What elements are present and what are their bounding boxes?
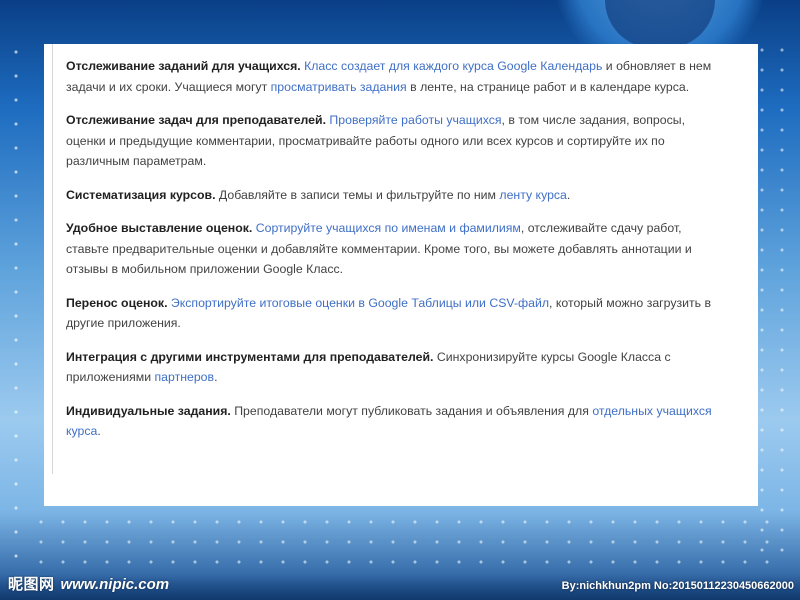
paragraph-heading: Интеграция с другими инструментами для п… xyxy=(66,349,434,364)
watermark-left: 昵图网 www.nipic.com xyxy=(8,573,169,594)
watermark-logo: 昵图网 xyxy=(8,576,55,593)
paragraph-heading: Удобное выставление оценок. xyxy=(66,221,253,235)
inline-link[interactable]: Экспортируйте итоговые оценки в Google Т… xyxy=(171,296,549,310)
paragraph-heading: Отслеживание заданий для учащихся. xyxy=(66,59,301,73)
paragraph-heading: Перенос оценок. xyxy=(66,295,168,310)
paragraph-integration: Интеграция с другими инструментами для п… xyxy=(66,347,716,388)
inline-link[interactable]: Сортируйте учащихся по именам и фамилиям xyxy=(256,221,521,235)
paragraph-teacher-tracking: Отслеживание задач для преподавателей. П… xyxy=(66,110,716,172)
inline-link[interactable]: просматривать задания xyxy=(271,80,407,94)
paragraph-course-organization: Систематизация курсов. Добавляйте в запи… xyxy=(66,185,716,206)
inline-link[interactable]: Класс создает для каждого курса Google К… xyxy=(304,59,602,73)
paragraph-text: Добавляйте в записи темы и фильтруйте по… xyxy=(215,187,500,202)
watermark-url: www.nipic.com xyxy=(60,576,170,593)
watermark-credit: By:nichkhun2pm No:20150112230450662000 xyxy=(561,580,794,592)
inline-link[interactable]: Проверяйте работы учащихся xyxy=(329,113,501,127)
inline-link[interactable]: ленту курса xyxy=(499,188,567,202)
paragraph-heading: Отслеживание задач для преподавателей. xyxy=(66,113,326,127)
paragraph-text: . xyxy=(97,424,101,438)
paragraph-heading: Систематизация курсов. xyxy=(66,187,216,202)
paragraph-assignment-tracking: Отслеживание заданий для учащихся. Класс… xyxy=(66,56,716,97)
dot-pattern-right xyxy=(752,40,792,560)
inline-link[interactable]: партнеров xyxy=(155,370,215,384)
paragraph-grade-export: Перенос оценок. Экспортируйте итоговые о… xyxy=(66,293,716,334)
document-card: Отслеживание заданий для учащихся. Класс… xyxy=(44,44,758,506)
paragraph-individual-assignments: Индивидуальные задания. Преподаватели мо… xyxy=(66,401,716,442)
paragraph-text: . xyxy=(566,187,571,202)
paragraph-text: . xyxy=(214,370,218,384)
paragraph-text: в ленте, на странице работ и в календаре… xyxy=(406,79,690,94)
paragraph-heading: Индивидуальные задания. xyxy=(66,403,231,418)
dot-pattern-bottom xyxy=(30,512,770,572)
dot-pattern-left xyxy=(4,40,28,560)
paragraph-grading: Удобное выставление оценок. Сортируйте у… xyxy=(66,218,716,280)
paragraph-text: Преподаватели могут публиковать задания … xyxy=(230,403,593,418)
